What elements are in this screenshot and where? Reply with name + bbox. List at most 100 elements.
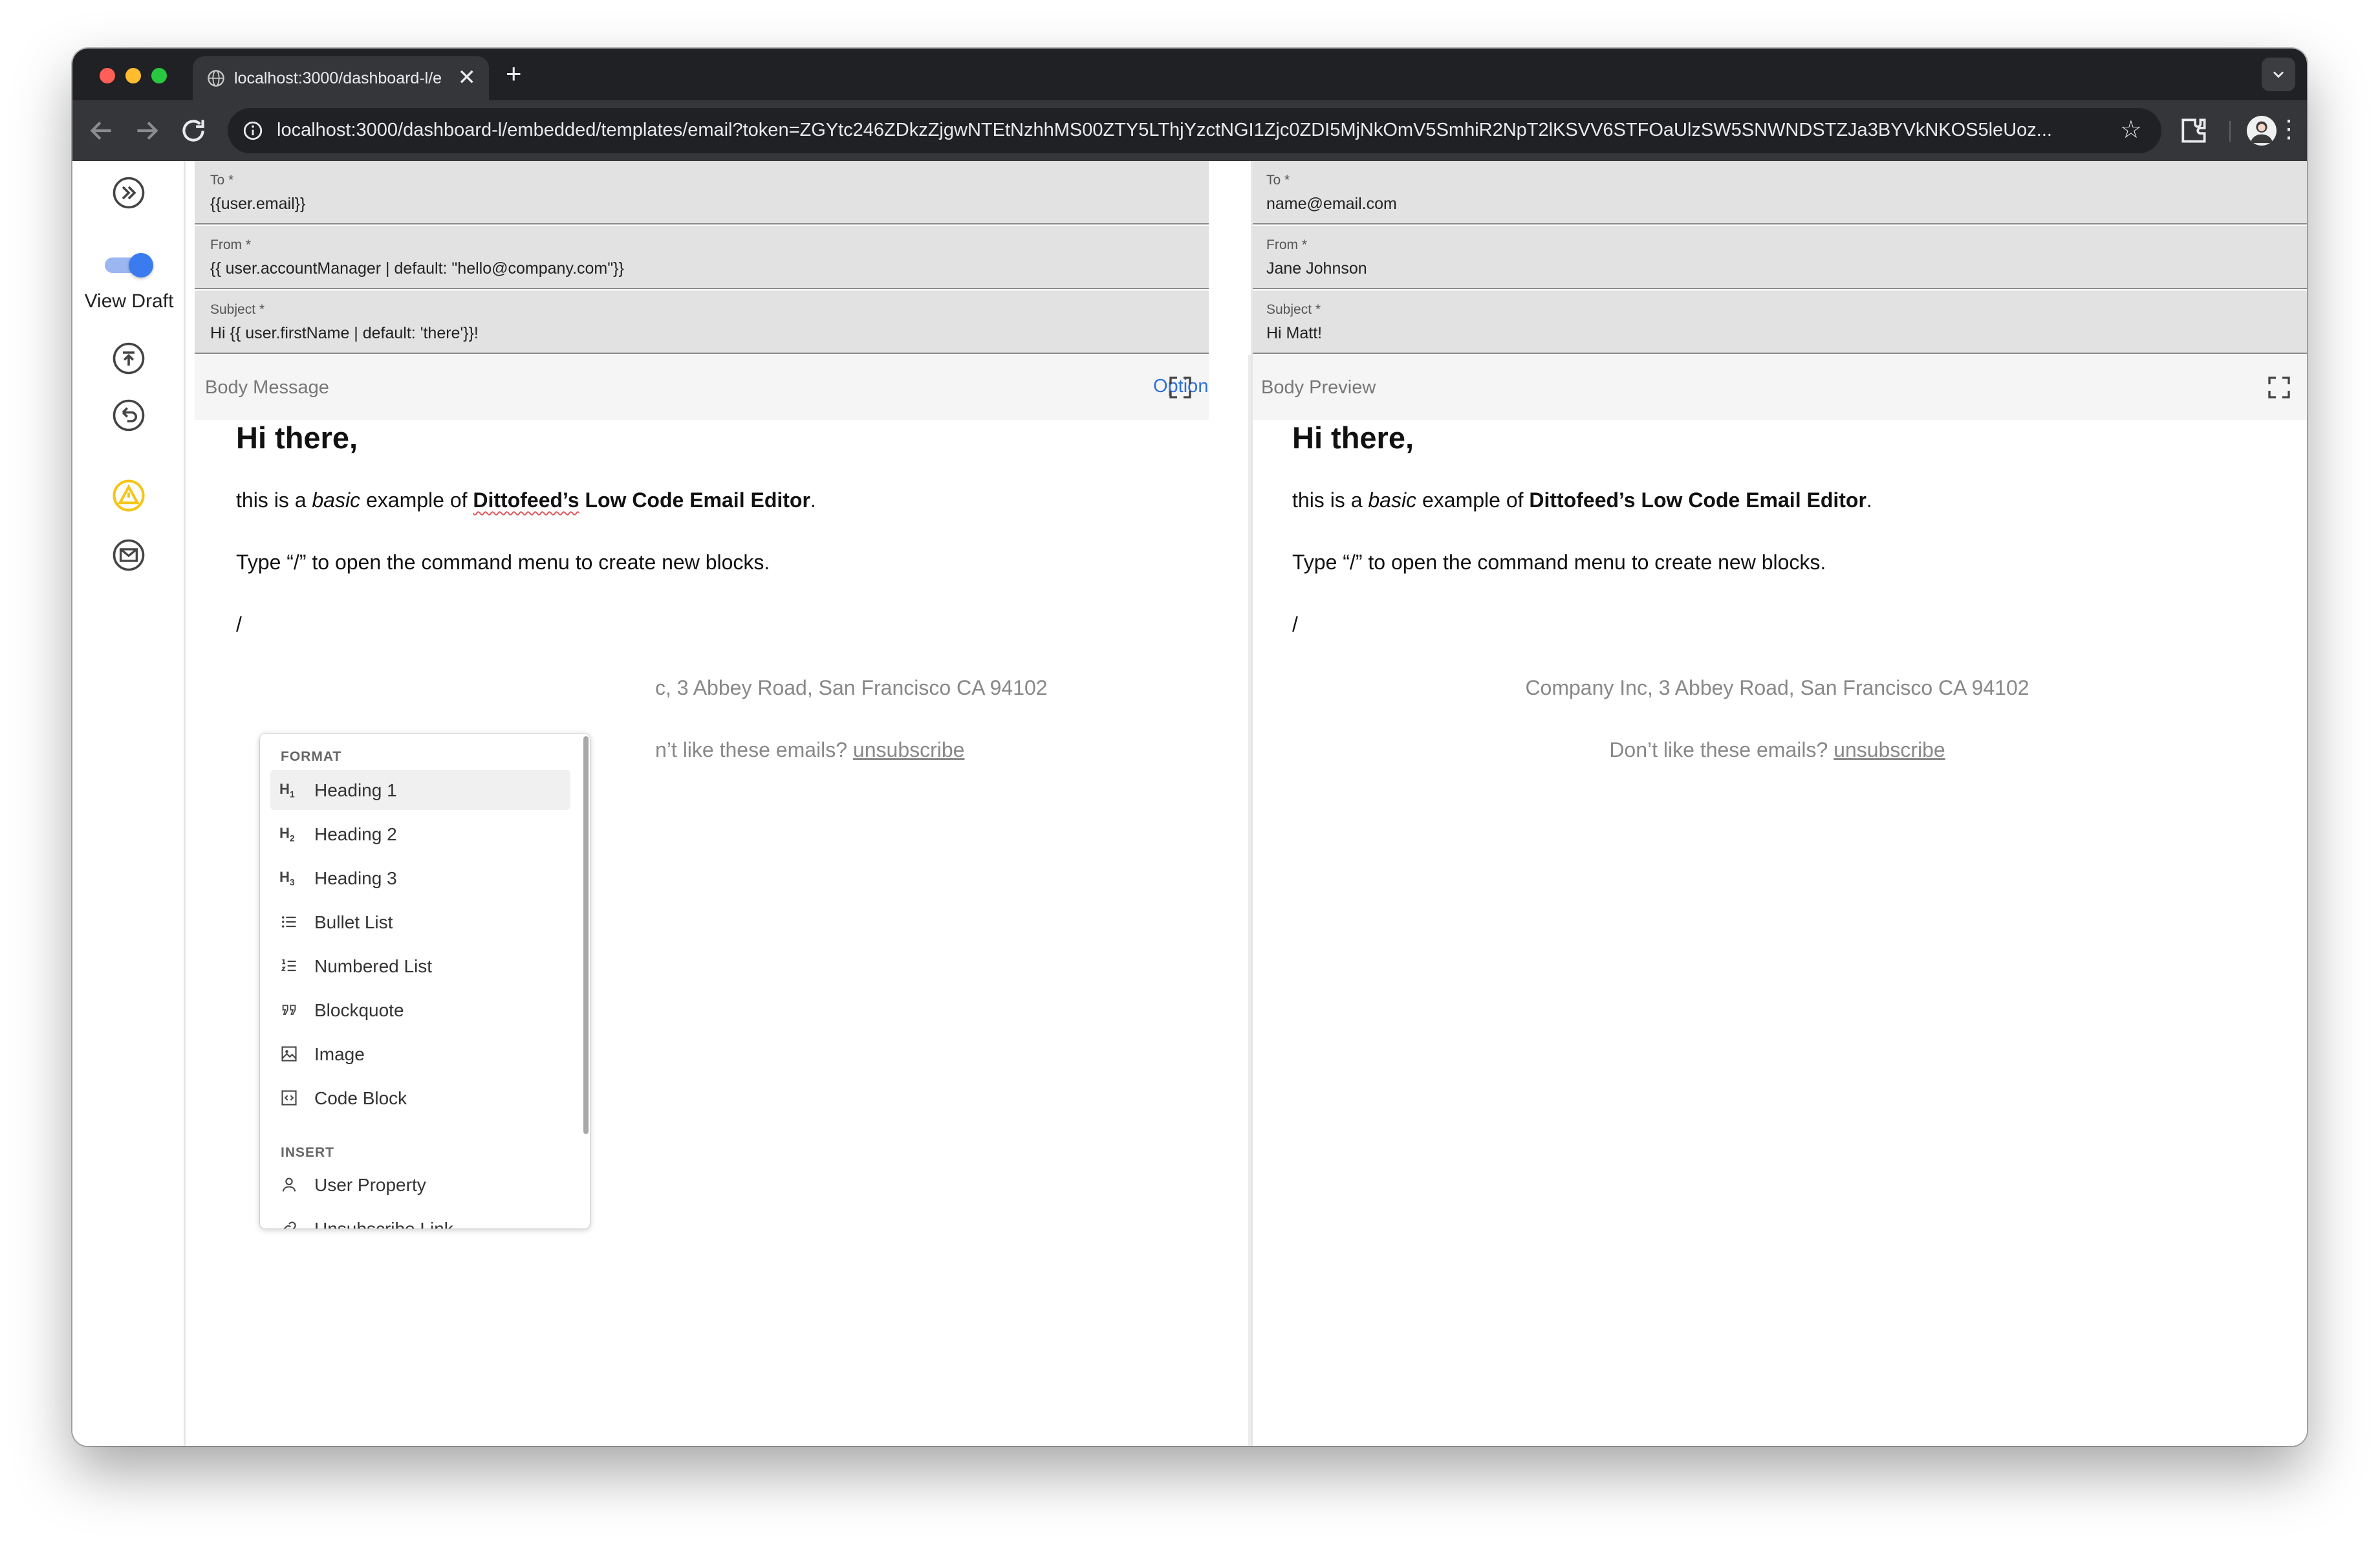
preview-unsubscribe-link[interactable]: unsubscribe bbox=[1834, 738, 1945, 761]
preview-slash: / bbox=[1292, 613, 1298, 636]
menu-item-blockquote[interactable]: Blockquote bbox=[270, 990, 570, 1030]
preview-from-value: Jane Johnson bbox=[1266, 259, 1367, 278]
code-block-icon bbox=[281, 1090, 297, 1106]
test-email-icon[interactable] bbox=[111, 538, 146, 573]
preview-fullscreen-icon[interactable] bbox=[2266, 375, 2292, 400]
url-text[interactable]: localhost:3000/dashboard-l/embedded/temp… bbox=[277, 120, 2081, 141]
extensions-icon[interactable] bbox=[2178, 115, 2210, 147]
menu-item-bullet-list[interactable]: Bullet List bbox=[270, 902, 570, 942]
menu-item-label: Bullet List bbox=[314, 912, 393, 932]
menu-item-heading-1[interactable]: H1 Heading 1 bbox=[270, 770, 570, 810]
browser-tab[interactable]: localhost:3000/dashboard-l/e ✕ bbox=[193, 56, 489, 100]
spellcheck-word: Dittofeed’s bbox=[473, 488, 579, 512]
preview-subject-field: Subject * Hi Matt! bbox=[1251, 290, 2307, 354]
preview-to-field: To * name@email.com bbox=[1251, 161, 2307, 224]
preview-to-label: To * bbox=[1266, 173, 1290, 188]
profile-avatar[interactable] bbox=[2247, 116, 2277, 146]
preview-text: . bbox=[1866, 488, 1872, 512]
globe-icon bbox=[208, 70, 224, 87]
link-icon bbox=[283, 1221, 296, 1229]
person-avatar-icon bbox=[2250, 121, 2273, 144]
subject-field[interactable]: Subject * Hi {{ user.firstName | default… bbox=[195, 290, 1209, 354]
preview-italic-text: basic bbox=[1368, 488, 1417, 512]
app-area: View Draft To * {{user.email}} From * {{… bbox=[72, 161, 2307, 1446]
left-rail: View Draft bbox=[72, 161, 186, 1446]
site-info-icon[interactable] bbox=[242, 120, 264, 142]
to-field[interactable]: To * {{user.email}} bbox=[195, 161, 1209, 224]
chevron-down-icon bbox=[2273, 71, 2284, 78]
bookmark-star-icon[interactable]: ☆ bbox=[2120, 117, 2142, 143]
menu-item-unsubscribe-link[interactable]: Unsubscribe Link bbox=[270, 1208, 570, 1229]
menu-item-label: Heading 2 bbox=[314, 824, 397, 844]
publish-icon[interactable] bbox=[111, 341, 146, 376]
heading-2-icon: H2 bbox=[279, 825, 295, 844]
editor-footer-unsubscribe: n’t like these emails? unsubscribe bbox=[655, 738, 964, 762]
pane-gutter bbox=[1209, 161, 1251, 1446]
view-draft-toggle[interactable] bbox=[105, 253, 153, 278]
menu-item-user-property[interactable]: User Property bbox=[270, 1164, 570, 1205]
image-icon bbox=[281, 1046, 297, 1062]
menu-item-label: Image bbox=[314, 1044, 365, 1064]
fullscreen-icon[interactable] bbox=[1167, 375, 1193, 400]
revert-icon[interactable] bbox=[111, 398, 146, 433]
subject-label: Subject * bbox=[210, 302, 265, 317]
address-bar[interactable]: localhost:3000/dashboard-l/embedded/temp… bbox=[228, 108, 2161, 153]
to-label: To * bbox=[210, 173, 234, 188]
menu-item-image[interactable]: Image bbox=[270, 1034, 570, 1074]
from-label: From * bbox=[210, 237, 251, 252]
subject-input[interactable]: Hi {{ user.firstName | default: 'there'}… bbox=[210, 324, 479, 343]
bullet-list-icon bbox=[281, 916, 296, 928]
preview-footer-address: Company Inc, 3 Abbey Road, San Francisco… bbox=[1525, 676, 2029, 699]
close-window-button[interactable] bbox=[100, 68, 115, 83]
warning-icon[interactable] bbox=[111, 478, 146, 513]
menu-item-heading-3[interactable]: H3 Heading 3 bbox=[270, 858, 570, 898]
pane-divider bbox=[1251, 161, 1253, 1446]
preview-unsubscribe-prefix: Don’t like these emails? bbox=[1609, 738, 1834, 761]
preview-from-field: From * Jane Johnson bbox=[1251, 226, 2307, 289]
expand-sidebar-icon[interactable] bbox=[111, 175, 146, 210]
user-icon bbox=[282, 1177, 296, 1192]
new-tab-button[interactable]: + bbox=[506, 60, 522, 87]
browser-menu-icon[interactable]: ⋮ bbox=[2277, 115, 2301, 147]
to-input[interactable]: {{user.email}} bbox=[210, 195, 305, 213]
insert-section-header: INSERT bbox=[281, 1145, 335, 1160]
format-section-header: FORMAT bbox=[281, 749, 342, 764]
editor-paragraph-1[interactable]: this is a basic example of Dittofeed’s L… bbox=[236, 488, 816, 512]
numbered-list-icon bbox=[281, 959, 296, 972]
menu-item-label: Code Block bbox=[314, 1088, 407, 1108]
editor-footer-address: c, 3 Abbey Road, San Francisco CA 94102 bbox=[655, 676, 1048, 699]
body-message-label: Body Message bbox=[205, 377, 329, 398]
unsubscribe-prefix: n’t like these emails? bbox=[655, 738, 853, 761]
menu-item-label: Numbered List bbox=[314, 956, 433, 976]
view-draft-label: View Draft bbox=[84, 290, 174, 312]
browser-window: localhost:3000/dashboard-l/e ✕ + localho… bbox=[72, 49, 2307, 1446]
forward-icon[interactable] bbox=[131, 115, 163, 147]
editor-heading[interactable]: Hi there, bbox=[236, 420, 358, 455]
editor-paragraph-2[interactable]: Type “/” to open the command menu to cre… bbox=[236, 551, 770, 574]
reload-icon[interactable] bbox=[177, 115, 210, 147]
from-input[interactable]: {{ user.accountManager | default: "hello… bbox=[210, 259, 624, 278]
editor-slash-command[interactable]: / bbox=[236, 613, 242, 637]
preview-subject-value: Hi Matt! bbox=[1266, 324, 1323, 342]
zoom-window-button[interactable] bbox=[151, 68, 167, 83]
unsubscribe-link[interactable]: unsubscribe bbox=[853, 738, 965, 761]
menu-item-heading-2[interactable]: H2 Heading 2 bbox=[270, 814, 570, 854]
browser-toolbar: localhost:3000/dashboard-l/embedded/temp… bbox=[72, 100, 2307, 161]
tab-title: localhost:3000/dashboard-l/e bbox=[234, 69, 442, 87]
preview-footer-unsubscribe: Don’t like these emails? unsubscribe bbox=[1292, 738, 2262, 762]
menu-item-code-block[interactable]: Code Block bbox=[270, 1078, 570, 1118]
body-message-header: Body Message Options ... bbox=[195, 355, 1293, 420]
close-tab-icon[interactable]: ✕ bbox=[458, 67, 477, 89]
tab-search-button[interactable] bbox=[2262, 58, 2295, 91]
menu-item-numbered-list[interactable]: Numbered List bbox=[270, 946, 570, 986]
minimize-window-button[interactable] bbox=[125, 68, 141, 83]
menu-scrollbar[interactable] bbox=[583, 736, 589, 1134]
editor-italic-text: basic bbox=[312, 488, 361, 512]
heading-1-icon: H1 bbox=[279, 781, 295, 800]
back-icon[interactable] bbox=[85, 115, 118, 147]
preview-paragraph-2: Type “/” to open the command menu to cre… bbox=[1292, 551, 1826, 574]
menu-item-label: Unsubscribe Link bbox=[314, 1219, 453, 1229]
preview-to-value: name@email.com bbox=[1266, 195, 1397, 213]
from-field[interactable]: From * {{ user.accountManager | default:… bbox=[195, 226, 1209, 289]
menu-item-label: Heading 1 bbox=[314, 780, 397, 800]
